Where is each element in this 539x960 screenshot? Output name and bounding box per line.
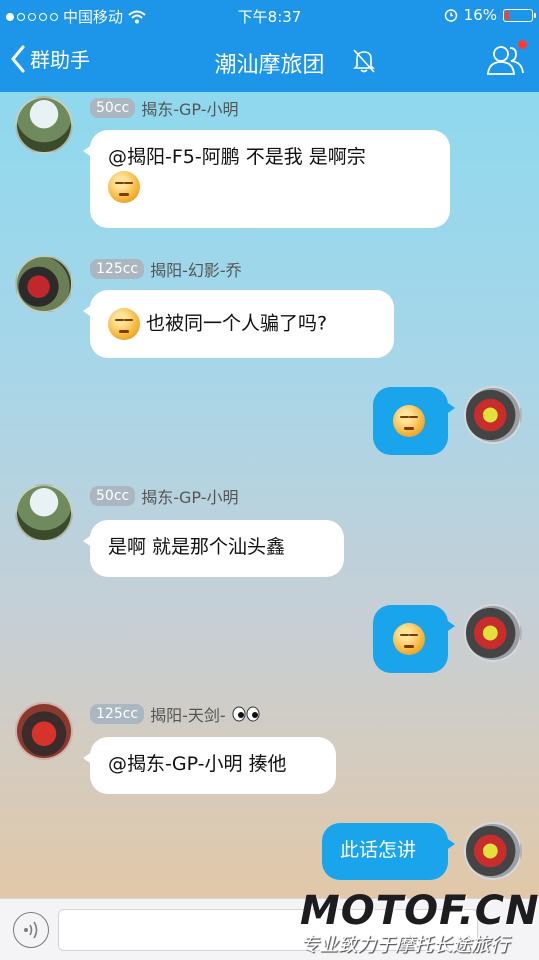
sweat-emoji-icon <box>108 308 140 340</box>
sender-meta: 50cc 揭东-GP-小明 <box>90 96 238 120</box>
level-badge: 125cc <box>90 704 145 724</box>
my-message-bubble[interactable] <box>373 387 455 455</box>
nav-bar: 群助手 潮汕摩旅团 <box>0 30 539 92</box>
sender-name: 揭东-GP-小明 <box>141 100 239 119</box>
message-text: 是啊 就是那个汕头鑫 <box>108 536 286 558</box>
message-bubble[interactable]: 是啊 就是那个汕头鑫 <box>83 520 344 577</box>
kiss-emoji-icon <box>108 171 140 203</box>
voice-wave-icon <box>24 921 38 939</box>
group-members-button[interactable] <box>485 40 527 80</box>
sender-meta: 125cc 揭阳-天剑- <box>90 702 260 726</box>
sender-name: 揭东-GP-小明 <box>141 488 239 507</box>
status-right: 16% <box>444 6 536 24</box>
sender-meta: 50cc 揭东-GP-小明 <box>90 484 238 508</box>
my-message-bubble[interactable]: 此话怎讲 <box>322 823 455 880</box>
sweat-emoji-icon <box>393 405 425 437</box>
sender-avatar[interactable] <box>15 255 73 313</box>
notification-dot <box>518 40 527 49</box>
battery-percent: 16% <box>463 6 497 24</box>
voice-input-button[interactable] <box>13 912 49 948</box>
message-text: 也被同一个人骗了吗? <box>146 312 328 335</box>
eyes-emoji-icon <box>232 706 260 722</box>
sender-avatar[interactable] <box>15 484 73 542</box>
message-text: @揭东-GP-小明 揍他 <box>108 753 287 775</box>
sender-meta: 125cc 揭阳-幻影-乔 <box>90 257 242 281</box>
message-bubble[interactable]: @揭东-GP-小明 揍他 <box>83 737 336 794</box>
sender-name: 揭阳-天剑- <box>150 706 226 725</box>
my-avatar[interactable] <box>464 822 522 880</box>
message-bubble[interactable]: 也被同一个人骗了吗? <box>83 290 394 358</box>
watermark-slogan: 专业致力于摩托长途旅行 <box>300 934 510 956</box>
my-avatar[interactable] <box>464 604 522 662</box>
blush-emoji-icon <box>393 623 425 655</box>
sender-name: 揭阳-幻影-乔 <box>150 261 242 280</box>
sender-avatar[interactable] <box>15 96 73 154</box>
message-text: 此话怎讲 <box>340 839 417 861</box>
chat-area[interactable]: 50cc 揭东-GP-小明 @揭阳-F5-阿鹏 不是我 是啊宗 125cc 揭阳… <box>0 92 539 898</box>
level-badge: 125cc <box>90 259 145 279</box>
chat-title: 潮汕摩旅团 <box>214 53 325 78</box>
my-message-bubble[interactable] <box>373 605 455 673</box>
message-bubble[interactable]: @揭阳-F5-阿鹏 不是我 是啊宗 <box>83 130 450 228</box>
level-badge: 50cc <box>90 98 136 118</box>
watermark-logo: MOTOF.CN <box>300 888 539 934</box>
bell-muted-icon[interactable] <box>352 48 376 74</box>
sender-avatar[interactable] <box>15 702 73 760</box>
my-avatar[interactable] <box>464 386 522 444</box>
battery-icon <box>503 8 536 22</box>
message-text: @揭阳-F5-阿鹏 不是我 是啊宗 <box>108 146 366 168</box>
status-bar: 中国移动 下午8:37 16% <box>0 0 539 30</box>
alarm-icon <box>444 9 457 22</box>
level-badge: 50cc <box>90 486 136 506</box>
